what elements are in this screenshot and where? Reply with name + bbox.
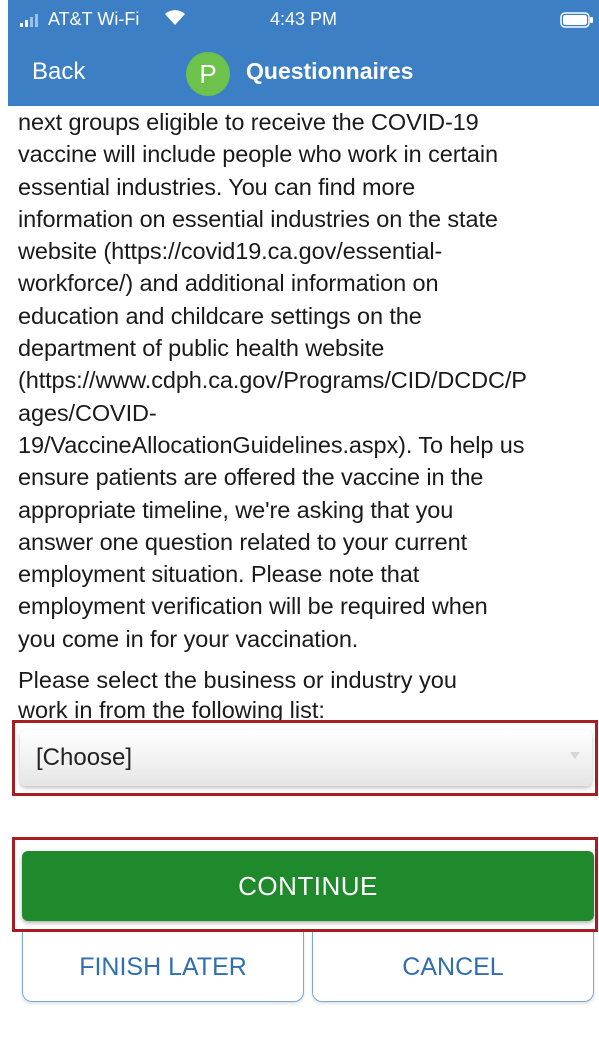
nav-bar: Back P Questionnaires — [8, 40, 599, 104]
industry-select-value: [Choose] — [36, 744, 133, 771]
back-button[interactable]: Back — [32, 58, 85, 86]
page-title: Questionnaires — [246, 58, 414, 84]
dropdown-arrow-icon — [570, 752, 580, 759]
cell-signal-icon — [20, 14, 38, 27]
industry-select[interactable]: [Choose] — [20, 730, 592, 786]
status-bar: AT&T Wi-Fi 4:43 PM — [8, 0, 599, 38]
continue-button[interactable]: CONTINUE — [22, 851, 594, 921]
intro-paragraph: next groups eligible to receive the COVI… — [18, 109, 527, 652]
screen: AT&T Wi-Fi 4:43 PM Back P Questionnaires… — [0, 0, 599, 1038]
wifi-icon — [165, 10, 185, 25]
header: AT&T Wi-Fi 4:43 PM Back P Questionnaires — [8, 0, 599, 106]
cancel-button[interactable]: CANCEL — [312, 932, 594, 1002]
status-time: 4:43 PM — [270, 9, 338, 29]
app-badge-icon: P — [186, 52, 230, 96]
industry-question-label: Please select the business or industry y… — [18, 667, 457, 724]
carrier-label: AT&T Wi-Fi — [48, 9, 140, 29]
questionnaire-content: next groups eligible to receive the COVI… — [18, 106, 596, 725]
finish-later-button[interactable]: FINISH LATER — [22, 932, 304, 1002]
battery-icon — [560, 12, 593, 28]
